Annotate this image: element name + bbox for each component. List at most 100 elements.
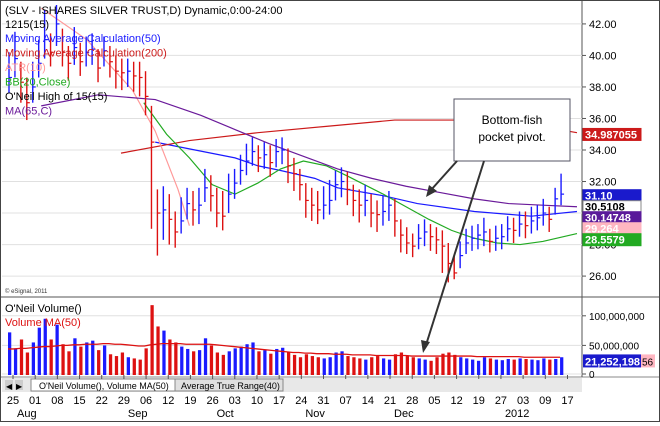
volume-bar <box>322 358 326 375</box>
volume-bar <box>67 351 71 375</box>
volume-bar <box>197 350 202 375</box>
volume-bar <box>209 345 214 375</box>
x-month-label: Aug <box>17 408 37 420</box>
svg-text:◀: ◀ <box>6 382 13 391</box>
volume-badge-suffix: 56 <box>642 357 654 368</box>
price-tick-label: 38.00 <box>589 82 617 94</box>
volume-tick-label: 0 <box>589 370 595 381</box>
legend-item: ATR(10) <box>5 62 46 74</box>
volume-bar <box>138 359 142 375</box>
tab-volume-label: O'Neil Volume(), Volume MA(50) <box>39 381 169 391</box>
volume-bar <box>144 348 148 375</box>
volume-bar <box>292 354 297 375</box>
volume-bar <box>251 342 255 375</box>
volume-bar <box>453 354 457 375</box>
volume-bar <box>245 344 249 375</box>
volume-bar <box>298 357 303 375</box>
volume-bar <box>85 342 89 375</box>
volume-bar <box>524 359 528 375</box>
x-month-label: Dec <box>394 408 414 420</box>
volume-bar <box>352 357 356 375</box>
header-line-2: 1215(15) <box>5 19 49 31</box>
tab-scroll-left[interactable]: ◀ <box>5 380 13 391</box>
volume-bar <box>387 359 392 375</box>
volume-bar <box>554 359 558 375</box>
volume-bar <box>304 354 309 375</box>
price-badge-label: 34.987055 <box>585 129 637 141</box>
x-day-label: 14 <box>362 395 374 407</box>
price-tick-label: 26.00 <box>589 271 617 283</box>
volume-bar <box>429 360 433 375</box>
volume-bar <box>79 346 83 375</box>
legend-item: O'Neil High of 15(15) <box>5 91 107 103</box>
volume-bar <box>73 338 77 375</box>
volume-bar <box>488 358 493 375</box>
x-day-label: 26 <box>206 395 218 407</box>
x-day-label: 12 <box>162 395 174 407</box>
price-badge-label: 28.5579 <box>585 235 625 247</box>
price-tick-label: 40.00 <box>589 50 617 62</box>
price-tick-label: 32.00 <box>589 177 617 189</box>
volume-bar <box>61 344 65 375</box>
x-day-label: 03 <box>229 395 241 407</box>
x-day-label: 29 <box>118 395 130 407</box>
volume-bar <box>316 357 320 375</box>
volume-bar <box>8 332 12 375</box>
tab-scroll-right[interactable]: ▶ <box>15 380 23 391</box>
annotation-line-2: pocket pivot. <box>478 130 545 144</box>
volume-ma-legend: Volume MA(50) <box>5 317 81 329</box>
price-tick-label: 34.00 <box>589 145 617 157</box>
volume-bar <box>108 354 113 375</box>
volume-bar <box>435 357 439 375</box>
x-day-label: 25 <box>7 395 19 407</box>
volume-title: O'Neil Volume() <box>5 303 82 315</box>
volume-bar <box>19 339 24 375</box>
volume-bar <box>168 339 172 375</box>
legend-item: MA(65,C) <box>5 106 52 118</box>
volume-tick-label: 50,000,000 <box>589 341 639 352</box>
x-day-label: 01 <box>29 395 41 407</box>
x-month-label: Sep <box>128 408 148 420</box>
x-day-label: 17 <box>273 395 285 407</box>
price-tick-label: 42.00 <box>589 19 617 31</box>
volume-bar <box>275 348 279 375</box>
volume-bar <box>132 358 136 375</box>
volume-bar <box>227 351 231 375</box>
x-month-label: Oct <box>217 408 234 420</box>
legend-item: Moving Average Calculation(50) <box>5 33 161 45</box>
volume-bar <box>405 355 409 375</box>
volume-bar <box>506 359 510 375</box>
volume-bar <box>263 350 267 375</box>
x-day-label: 28 <box>406 395 418 407</box>
legend-item: Moving Average Calculation(200) <box>5 48 167 60</box>
x-day-label: 21 <box>384 395 396 407</box>
volume-bar <box>310 356 315 375</box>
volume-bar <box>37 327 41 375</box>
x-day-label: 22 <box>96 395 108 407</box>
volume-bar <box>548 359 552 375</box>
x-day-label: 09 <box>539 395 551 407</box>
price-tick-label: 36.00 <box>589 113 617 125</box>
volume-bar <box>91 340 95 375</box>
volume-bar <box>114 356 119 375</box>
chart-frame: 42.0040.0038.0036.0034.0032.0030.0028.00… <box>0 0 660 422</box>
volume-bar <box>97 350 101 375</box>
volume-bar <box>334 352 338 375</box>
volume-badge-label: 21,252,198 <box>585 356 640 368</box>
volume-bar <box>221 354 225 375</box>
volume-bar <box>102 345 107 375</box>
tab-bar: ◀ ▶ O'Neil Volume(), Volume MA(50) Avera… <box>2 378 582 392</box>
tab-atr[interactable]: Average True Range(40) <box>174 378 284 392</box>
volume-bar <box>500 360 504 375</box>
volume-bar <box>215 352 220 375</box>
x-day-label: 08 <box>51 395 63 407</box>
x-month-label: 2012 <box>505 408 529 420</box>
volume-bar <box>465 358 469 375</box>
chart-title: (SLV - ISHARES SILVER TRUST,D) Dynamic,0… <box>5 5 283 17</box>
volume-bar <box>192 351 196 375</box>
annotation-line-1: Bottom-fish <box>482 113 543 127</box>
volume-bar <box>536 360 540 375</box>
volume-bar <box>411 357 415 375</box>
volume-bar <box>186 348 190 375</box>
tab-volume[interactable]: O'Neil Volume(), Volume MA(50) <box>30 378 176 392</box>
